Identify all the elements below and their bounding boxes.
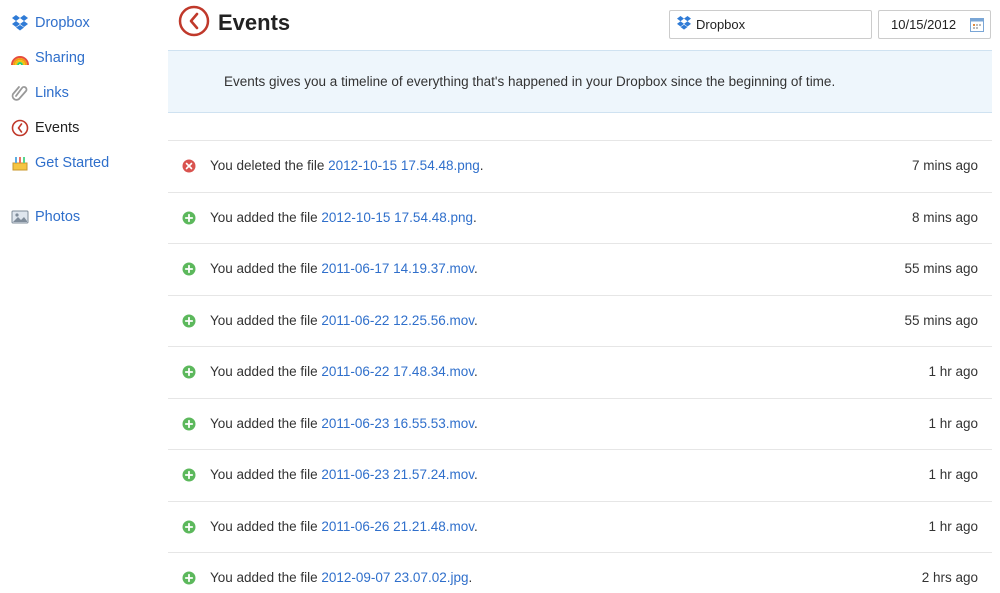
event-suffix: . (473, 467, 478, 482)
info-banner-text: Events gives you a timeline of everythin… (224, 74, 836, 89)
added-icon (182, 211, 196, 225)
event-message: You added the file 2011-06-22 12.25.56.m… (210, 313, 478, 328)
sidebar-item-label: Dropbox (35, 15, 90, 31)
sidebar-item-dropbox[interactable]: Dropbox (10, 12, 90, 34)
events-clock-icon (178, 5, 210, 42)
event-message: You added the file 2011-06-23 16.55.53.m… (210, 416, 478, 431)
event-suffix: . (468, 570, 473, 585)
sidebar-item-sharing[interactable]: Sharing (10, 47, 85, 69)
added-icon (182, 314, 196, 328)
event-prefix: You added the file (210, 467, 322, 482)
event-row: You added the file 2011-06-17 14.19.37.m… (168, 243, 992, 295)
event-file-link[interactable]: 2011-06-26 21.21.48.mov (321, 519, 474, 534)
event-file-link[interactable]: 2011-06-17 14.19.37.mov (321, 261, 474, 276)
added-icon (182, 417, 196, 431)
event-suffix: . (473, 312, 478, 328)
event-row: You deleted the file 2012-10-15 17.54.48… (168, 140, 992, 192)
event-message: You deleted the file 2012-10-15 17.54.48… (210, 158, 484, 173)
events-list: You deleted the file 2012-10-15 17.54.48… (168, 140, 992, 593)
sidebar-item-label: Links (35, 85, 69, 101)
added-icon (182, 571, 196, 585)
event-message: You added the file 2011-06-26 21.21.48.m… (210, 519, 478, 534)
added-icon (182, 468, 196, 482)
sidebar-item-label: Sharing (35, 50, 85, 66)
date-picker[interactable]: 10/15/2012 (878, 10, 991, 39)
event-suffix: . (479, 158, 484, 173)
event-row: You added the file 2011-06-26 21.21.48.m… (168, 500, 992, 553)
event-timestamp: 1 hr ago (928, 415, 978, 431)
event-prefix: You added the file (210, 570, 322, 585)
event-timestamp: 1 hr ago (928, 364, 978, 379)
cake-icon (10, 153, 30, 173)
date-value: 10/15/2012 (891, 17, 957, 32)
folder-filter-dropdown[interactable]: Dropbox (669, 10, 872, 39)
event-timestamp: 7 mins ago (911, 158, 978, 173)
event-file-link[interactable]: 2012-10-15 17.54.48.png (321, 210, 473, 225)
event-timestamp: 2 hrs ago (921, 570, 978, 585)
event-prefix: You deleted the file (210, 158, 329, 173)
event-timestamp: 55 mins ago (904, 261, 978, 276)
event-prefix: You added the file (210, 312, 322, 328)
dropbox-icon (676, 16, 692, 33)
event-row: You added the file 2012-09-07 23.07.02.j… (168, 552, 992, 593)
sidebar-item-label: Events (35, 120, 80, 136)
event-row: You added the file 2011-06-22 12.25.56.m… (168, 294, 992, 347)
info-banner: Events gives you a timeline of everythin… (168, 50, 992, 113)
event-suffix: . (473, 364, 478, 379)
page-header: Events (178, 5, 291, 42)
events-clock-icon (10, 118, 30, 138)
event-file-link[interactable]: 2011-06-23 16.55.53.mov (321, 416, 474, 431)
event-message: You added the file 2012-10-15 17.54.48.p… (210, 210, 477, 225)
event-suffix: . (473, 261, 478, 276)
event-file-link[interactable]: 2011-06-22 17.48.34.mov (321, 364, 474, 379)
event-suffix: . (473, 518, 478, 534)
event-row: You added the file 2012-10-15 17.54.48.p… (168, 191, 992, 244)
event-timestamp: 8 mins ago (911, 209, 978, 225)
event-prefix: You added the file (210, 415, 322, 431)
photos-icon (10, 207, 30, 227)
event-timestamp: 55 mins ago (904, 312, 978, 328)
event-row: You added the file 2011-06-23 16.55.53.m… (168, 397, 992, 450)
event-prefix: You added the file (210, 518, 322, 534)
event-file-link[interactable]: 2012-09-07 23.07.02.jpg (321, 570, 468, 585)
event-prefix: You added the file (210, 364, 322, 379)
sidebar-item-label: Photos (35, 209, 81, 225)
event-row: You added the file 2011-06-22 17.48.34.m… (168, 346, 992, 398)
event-prefix: You added the file (210, 261, 322, 276)
added-icon (182, 520, 196, 534)
deleted-icon (182, 159, 196, 173)
event-suffix: . (473, 209, 477, 225)
event-file-link[interactable]: 2011-06-23 21.57.24.mov (321, 467, 474, 482)
event-file-link[interactable]: 2012-10-15 17.54.48.png (328, 158, 480, 173)
sidebar-item-events[interactable]: Events (10, 117, 79, 139)
paperclip-icon (10, 83, 30, 103)
added-icon (182, 365, 196, 379)
calendar-icon[interactable] (970, 17, 984, 35)
event-file-link[interactable]: 2011-06-22 12.25.56.mov (321, 313, 474, 328)
event-prefix: You added the file (210, 209, 322, 225)
event-suffix: . (473, 415, 478, 431)
sidebar-item-get-started[interactable]: Get Started (10, 152, 109, 174)
sidebar-item-links[interactable]: Links (10, 82, 69, 104)
event-timestamp: 1 hr ago (928, 467, 978, 482)
event-message: You added the file 2011-06-23 21.57.24.m… (210, 467, 478, 482)
event-message: You added the file 2012-09-07 23.07.02.j… (210, 570, 472, 585)
event-row: You added the file 2011-06-23 21.57.24.m… (168, 449, 992, 501)
event-message: You added the file 2011-06-17 14.19.37.m… (210, 261, 478, 276)
dropbox-icon (10, 13, 30, 33)
folder-filter-value: Dropbox (696, 17, 746, 32)
sidebar-item-label: Get Started (35, 155, 110, 171)
page-title: Events (218, 10, 291, 35)
sidebar-item-photos[interactable]: Photos (10, 206, 80, 228)
added-icon (182, 262, 196, 276)
event-message: You added the file 2011-06-22 17.48.34.m… (210, 364, 478, 379)
event-timestamp: 1 hr ago (928, 518, 978, 534)
rainbow-icon (10, 48, 30, 68)
sidebar: Dropbox Sharing Links Events Get Started… (0, 0, 160, 593)
